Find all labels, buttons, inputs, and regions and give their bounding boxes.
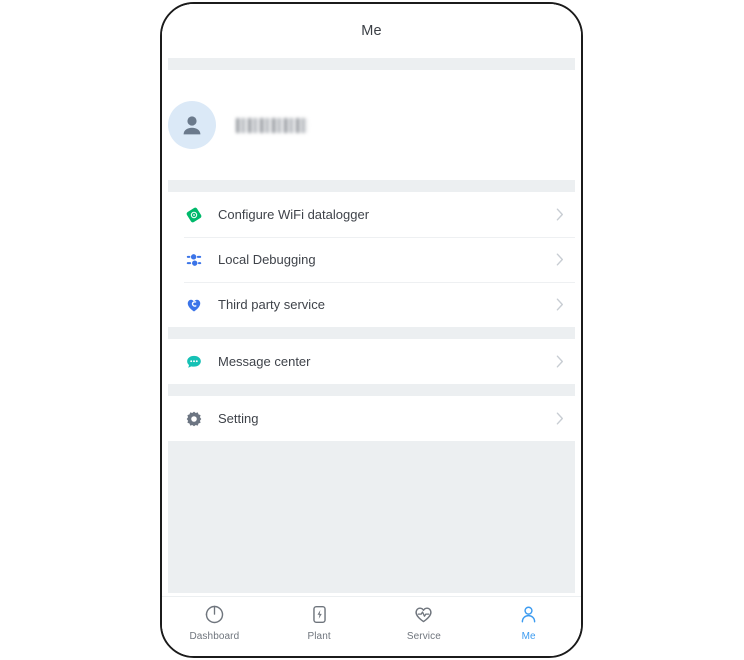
- scroll-content: Configure WiFi datalogger Local Debuggin…: [162, 58, 581, 596]
- tab-label: Plant: [307, 631, 331, 642]
- menu-item-label: Local Debugging: [218, 252, 316, 267]
- chevron-right-icon: [555, 411, 565, 427]
- menu-item-setting[interactable]: Setting: [168, 396, 575, 441]
- avatar[interactable]: [168, 101, 216, 149]
- profile-section[interactable]: [162, 70, 581, 180]
- tab-me[interactable]: Me: [476, 603, 581, 642]
- gear-icon: [184, 409, 204, 429]
- menu-item-label: Message center: [218, 354, 311, 369]
- phone-frame: Me Configure WiFi datalogger Local Debug…: [160, 2, 583, 658]
- menu-group-setting: Setting: [162, 396, 581, 441]
- menu-group-message: Message center: [162, 339, 581, 384]
- chevron-right-icon: [555, 354, 565, 370]
- menu-group-device: Configure WiFi datalogger Local Debuggin…: [162, 192, 581, 327]
- link-heart-icon: [184, 295, 204, 315]
- chevron-right-icon: [555, 252, 565, 268]
- tab-dashboard[interactable]: Dashboard: [162, 603, 267, 642]
- section-separator-1: [168, 180, 575, 192]
- chat-bubble-icon: [184, 352, 204, 372]
- bottom-tab-bar: Dashboard Plant Service Me: [162, 596, 581, 656]
- menu-item-label: Third party service: [218, 297, 325, 312]
- plant-power-icon: [308, 603, 330, 625]
- tab-label: Dashboard: [189, 631, 240, 642]
- person-icon: [518, 603, 540, 625]
- menu-item-configure-wifi-datalogger[interactable]: Configure WiFi datalogger: [168, 192, 575, 237]
- app-screen: Me Configure WiFi datalogger Local Debug…: [162, 4, 581, 656]
- tab-label: Me: [521, 631, 536, 642]
- section-separator-2: [168, 327, 575, 339]
- sliders-icon: [184, 250, 204, 270]
- title-bar: Me: [162, 4, 581, 58]
- section-separator-3: [168, 384, 575, 396]
- menu-item-third-party-service[interactable]: Third party service: [168, 282, 575, 327]
- screenshot-canvas: Me Configure WiFi datalogger Local Debug…: [0, 0, 744, 660]
- tab-service[interactable]: Service: [372, 603, 477, 642]
- chevron-right-icon: [555, 297, 565, 313]
- tab-plant[interactable]: Plant: [267, 603, 372, 642]
- menu-item-message-center[interactable]: Message center: [168, 339, 575, 384]
- empty-content-area: [168, 441, 575, 593]
- section-separator-top: [168, 58, 575, 70]
- menu-item-label: Setting: [218, 411, 259, 426]
- wifi-datalogger-icon: [184, 205, 204, 225]
- menu-item-label: Configure WiFi datalogger: [218, 207, 370, 222]
- username-redacted: [236, 117, 308, 133]
- menu-item-local-debugging[interactable]: Local Debugging: [168, 237, 575, 282]
- tab-label: Service: [406, 631, 441, 642]
- gauge-icon: [203, 603, 225, 625]
- page-title: Me: [361, 23, 382, 39]
- username-wrap: [216, 117, 308, 133]
- chevron-right-icon: [555, 207, 565, 223]
- heart-pulse-icon: [413, 603, 435, 625]
